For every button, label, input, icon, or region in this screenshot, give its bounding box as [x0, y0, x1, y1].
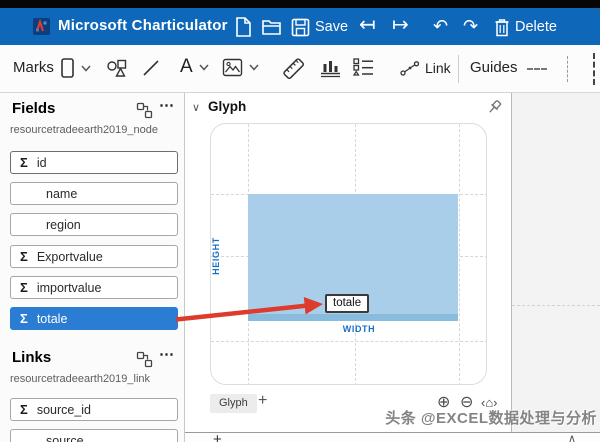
- field-item-source-id[interactable]: Σ source_id: [10, 398, 178, 421]
- save-button[interactable]: Save: [291, 15, 348, 39]
- next-chart-button[interactable]: ↦: [392, 13, 409, 37]
- glyph-editor-panel: ∨ Glyph HEIGHT WIDTH totale Glyph + ⊕ ⊖ …: [185, 93, 512, 432]
- window-top-edge: [0, 0, 600, 8]
- fields-more-button[interactable]: ⋯: [159, 96, 175, 114]
- redo-icon: ↷: [463, 16, 479, 36]
- field-item-exportvalue[interactable]: Σ Exportvalue: [10, 245, 178, 268]
- sigma-icon: Σ: [20, 402, 28, 417]
- sigma-icon: Σ: [20, 280, 28, 295]
- chevron-down-icon: [249, 64, 259, 71]
- line-mark-tool[interactable]: [142, 59, 160, 77]
- image-mark-tool[interactable]: [222, 58, 259, 77]
- chevron-down-icon: [81, 65, 91, 72]
- plot-segment-icon: [321, 61, 340, 78]
- undo-button[interactable]: ↶: [433, 14, 448, 38]
- field-label: source: [46, 433, 84, 442]
- tab-glyph[interactable]: Glyph: [210, 394, 257, 413]
- trash-icon: [495, 18, 509, 36]
- dataset-panel: Fields ⋯ resourcetradeearth2019_node Σ i…: [0, 93, 185, 442]
- lower-panel-edge: + ∧: [185, 432, 600, 442]
- field-label: region: [46, 217, 81, 232]
- open-file-button[interactable]: [261, 15, 283, 39]
- field-item-totale[interactable]: Σ totale: [10, 307, 178, 330]
- guides-label: Guides: [470, 59, 518, 76]
- add-button[interactable]: +: [213, 433, 222, 442]
- link-tool[interactable]: Link: [400, 60, 451, 76]
- fields-table-name: resourcetradeearth2019_node: [10, 124, 159, 136]
- derived-columns-icon[interactable]: [136, 102, 153, 119]
- legend-tool[interactable]: [353, 58, 374, 76]
- links-section-title: Links: [12, 349, 52, 366]
- add-glyph-button[interactable]: +: [258, 392, 267, 410]
- expand-chevron-icon[interactable]: ∧: [568, 434, 576, 442]
- guides-dash-icon[interactable]: [527, 68, 547, 70]
- field-label: totale: [36, 311, 68, 326]
- gridline: [512, 305, 600, 306]
- guide-ruler-tool[interactable]: [280, 55, 307, 82]
- marks-label: Marks: [13, 59, 54, 76]
- save-label: Save: [315, 19, 349, 35]
- text-tool-icon: A: [180, 56, 193, 77]
- arrow-right-bar-icon: ↦: [392, 14, 409, 36]
- gridline: [459, 124, 460, 384]
- tools-toolbar: Marks A Link Guides: [0, 45, 600, 93]
- field-item-source[interactable]: source: [10, 429, 178, 442]
- app-title: Microsoft Charticulator: [58, 17, 228, 34]
- field-item-name[interactable]: name: [10, 182, 178, 205]
- redo-button[interactable]: ↷: [463, 14, 478, 38]
- image-icon: [222, 58, 243, 77]
- delete-label: Delete: [515, 19, 557, 35]
- plot-segment-tool[interactable]: [320, 58, 341, 78]
- field-label: name: [46, 186, 78, 201]
- pin-icon[interactable]: [485, 99, 504, 118]
- chart-canvas-area[interactable]: [512, 93, 600, 432]
- link-icon: [400, 60, 420, 76]
- new-file-button[interactable]: [234, 15, 252, 39]
- titlebar: Microsoft Charticulator Save ↤ ↦ ↶ ↷ Del…: [0, 8, 600, 45]
- save-icon: [291, 18, 310, 36]
- open-folder-icon: [262, 20, 281, 35]
- arrow-left-bar-icon: ↤: [359, 14, 376, 36]
- collapse-chevron-icon[interactable]: ∨: [192, 101, 200, 114]
- derived-columns-icon[interactable]: [136, 351, 153, 368]
- field-item-importvalue[interactable]: Σ importvalue: [10, 276, 178, 299]
- links-table-name: resourcetradeearth2019_link: [10, 373, 151, 385]
- symbol-shapes-icon: [107, 59, 127, 77]
- link-label: Link: [425, 60, 451, 76]
- ruler-icon: [283, 58, 305, 80]
- gridline: [211, 341, 486, 342]
- new-file-icon: [236, 17, 251, 37]
- toolbar-divider: [458, 55, 459, 83]
- field-label: id: [36, 155, 47, 170]
- annotation-arrow: [175, 297, 323, 322]
- toolbar-overflow-handle[interactable]: [593, 53, 595, 85]
- sigma-icon: Σ: [20, 311, 28, 326]
- watermark-text: 头条 @EXCEL数据处理与分析: [385, 410, 597, 427]
- rectangle-mark-tool[interactable]: [60, 57, 91, 79]
- rectangle-icon: [61, 58, 74, 78]
- links-more-button[interactable]: ⋯: [159, 345, 175, 363]
- text-mark-tool[interactable]: A: [180, 56, 209, 78]
- field-item-id[interactable]: Σ id: [10, 151, 178, 174]
- sigma-icon: Σ: [20, 155, 28, 170]
- legend-icon: [353, 58, 373, 76]
- glyph-canvas[interactable]: HEIGHT WIDTH totale: [210, 123, 487, 385]
- delete-button[interactable]: Delete: [494, 15, 557, 39]
- chevron-down-icon: [199, 64, 209, 71]
- height-handle-label: HEIGHT: [211, 237, 221, 275]
- fields-section-title: Fields: [12, 100, 56, 117]
- field-label: importvalue: [36, 280, 102, 295]
- undo-icon: ↶: [433, 16, 449, 36]
- field-label: Exportvalue: [36, 249, 103, 264]
- previous-chart-button[interactable]: ↤: [359, 13, 376, 37]
- sigma-icon: Σ: [20, 249, 28, 264]
- symbol-mark-tool[interactable]: [106, 58, 128, 78]
- glyph-panel-title: Glyph: [208, 99, 247, 114]
- field-label: source_id: [36, 402, 92, 417]
- field-item-region[interactable]: region: [10, 213, 178, 236]
- line-icon: [143, 60, 159, 76]
- charticulator-logo-icon: [33, 18, 50, 35]
- toolbar-dotted-divider: [567, 56, 568, 82]
